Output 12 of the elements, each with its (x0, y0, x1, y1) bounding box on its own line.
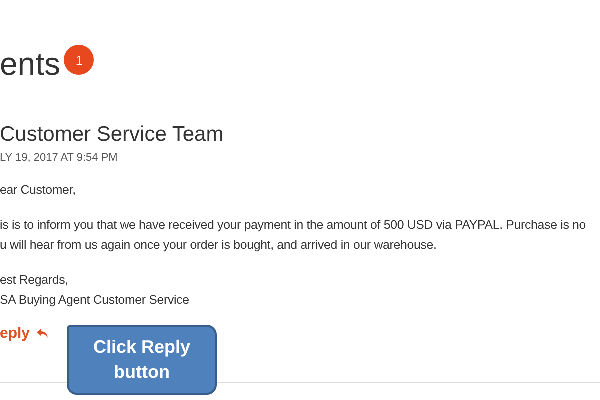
page-heading: ents (0, 45, 60, 84)
comment-text: est Regards, (0, 272, 68, 288)
comment-text: is is to inform you that we have received your payment in the amount of 500 USD via PAYPAL. Purchase is no (0, 217, 586, 233)
comment-text: SA Buying Agent Customer Service (0, 292, 190, 308)
comment-date: LY 19, 2017 AT 9:54 PM (0, 152, 119, 164)
comment-text: u will hear from us again once your order is bought, and arrived in our warehouse. (0, 237, 437, 253)
count-badge: 1 (64, 45, 94, 75)
comment-author: Customer Service Team (0, 122, 225, 148)
comment-text: ear Customer, (0, 182, 76, 198)
reply-icon (36, 328, 50, 339)
reply-link[interactable]: eply (0, 325, 50, 342)
callout-box: Click Reply button (67, 325, 217, 395)
